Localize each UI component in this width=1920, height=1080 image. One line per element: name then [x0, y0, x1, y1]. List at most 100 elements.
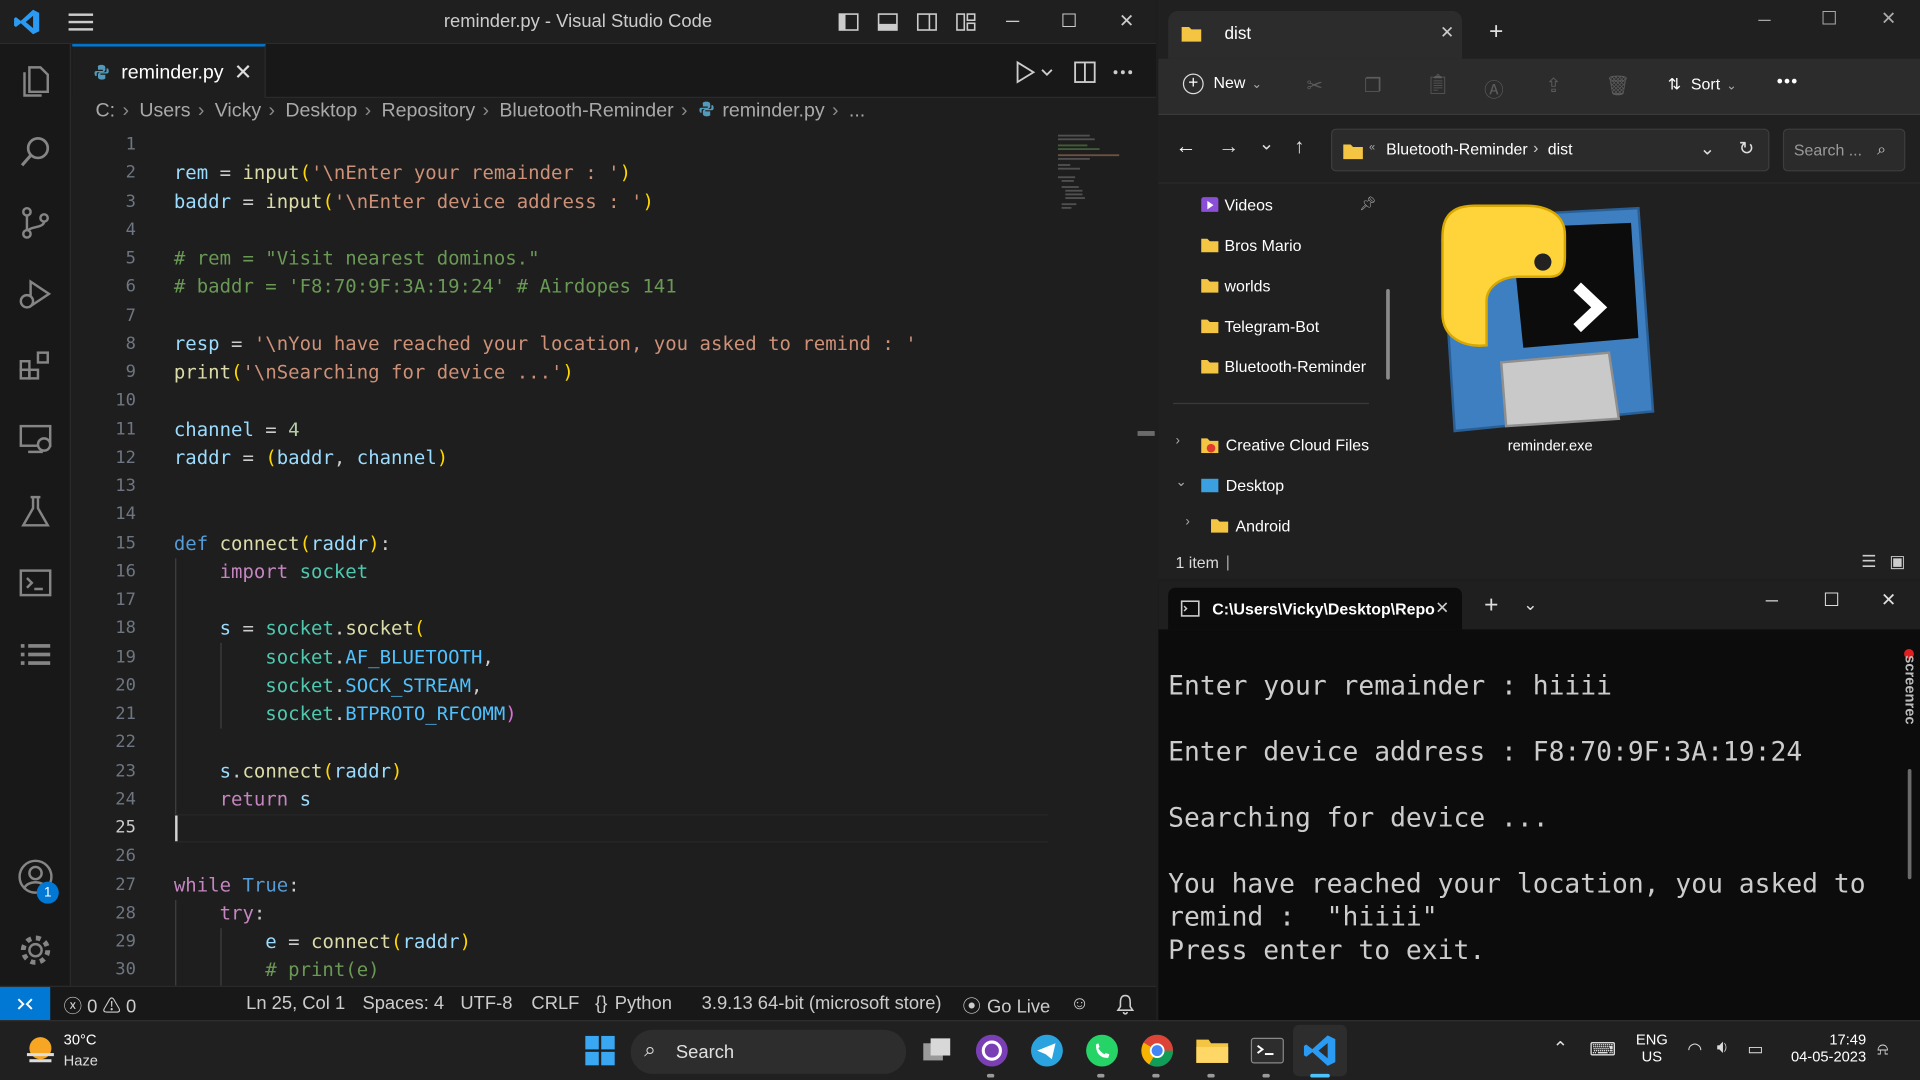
toggle-primary-sidebar-icon[interactable] — [838, 11, 860, 33]
input-language[interactable]: ENG US — [1636, 1031, 1668, 1065]
breadcrumb-item[interactable]: Desktop — [285, 100, 357, 122]
line-ending[interactable]: CRLF — [531, 993, 579, 1014]
more-actions-icon[interactable] — [1111, 60, 1135, 84]
cursor-position[interactable]: Ln 25, Col 1 — [246, 993, 345, 1014]
extensions-icon[interactable] — [16, 345, 55, 384]
remote-explorer-icon[interactable] — [16, 419, 55, 458]
language-mode[interactable]: {} Python — [595, 993, 672, 1014]
customize-layout-icon[interactable] — [955, 11, 977, 33]
notifications-bell-icon[interactable] — [1116, 993, 1136, 1020]
chevron-right-icon[interactable]: › — [1176, 433, 1180, 448]
file-item-reminder-exe[interactable]: reminder.exe — [1428, 191, 1673, 460]
address-dropdown-icon[interactable]: ⌄ — [1700, 137, 1715, 159]
share-icon[interactable]: ⇪ — [1545, 73, 1561, 97]
show-hidden-icons-chevron-icon[interactable]: ⌃ — [1553, 1037, 1568, 1059]
remote-indicator-button[interactable] — [0, 986, 51, 1022]
chevron-right-icon[interactable]: › — [1185, 514, 1189, 529]
notifications-icon[interactable]: ⍾ — [1877, 1038, 1888, 1059]
explorer-tab-dist[interactable]: dist ✕ — [1168, 11, 1463, 59]
breadcrumb-item[interactable]: Repository — [381, 100, 475, 122]
go-live-button[interactable]: ⦿ Go Live — [962, 993, 1050, 1019]
vscode-taskbar-icon[interactable] — [1302, 1032, 1339, 1069]
breadcrumb-item[interactable]: C: — [96, 100, 116, 122]
recent-chevron-icon[interactable]: ⌄ — [1259, 132, 1274, 154]
run-python-file-icon[interactable] — [1013, 60, 1037, 84]
clock[interactable]: 17:49 04-05-2023 — [1788, 1031, 1866, 1065]
github-desktop-icon[interactable] — [973, 1032, 1010, 1069]
minimap[interactable] — [1056, 130, 1129, 216]
search-input[interactable]: Search ... ⌕ — [1782, 128, 1906, 172]
telegram-icon[interactable] — [1029, 1032, 1066, 1069]
wifi-icon[interactable]: ◠ — [1687, 1038, 1702, 1059]
address-segment[interactable]: Bluetooth-Reminder — [1386, 140, 1528, 158]
maximize-button[interactable]: ☐ — [1823, 589, 1839, 611]
task-view-icon[interactable] — [918, 1032, 955, 1069]
terminal-output[interactable]: Enter your remainder : hiiii Enter devic… — [1168, 670, 1903, 968]
windows-terminal-icon[interactable] — [1249, 1032, 1286, 1069]
split-editor-icon[interactable] — [1073, 60, 1097, 84]
close-window-button[interactable]: ✕ — [1108, 7, 1145, 36]
breadcrumb-item[interactable]: Users — [139, 100, 190, 122]
testing-icon[interactable] — [16, 492, 55, 531]
details-view-icon[interactable]: ☰ — [1861, 551, 1876, 572]
rename-icon[interactable]: Ⓐ — [1484, 73, 1504, 102]
breadcrumb-item[interactable]: Bluetooth-Reminder — [499, 100, 673, 122]
back-arrow-icon[interactable]: ← — [1176, 135, 1197, 159]
chrome-icon[interactable] — [1139, 1032, 1176, 1069]
file-explorer-icon[interactable] — [1194, 1032, 1231, 1069]
breadcrumb-item[interactable]: Vicky — [215, 100, 261, 122]
terminal-tab[interactable]: C:\Users\Vicky\Desktop\Repo ✕ — [1168, 587, 1463, 630]
python-interpreter[interactable]: 3.9.13 64-bit (microsoft store) — [702, 993, 942, 1014]
feedback-icon[interactable]: ☺ — [1070, 993, 1089, 1014]
close-window-button[interactable]: ✕ — [1881, 7, 1896, 30]
toggle-panel-icon[interactable] — [877, 11, 899, 33]
tab-reminder-py[interactable]: reminder.py ✕ — [72, 44, 266, 98]
tab-close-button[interactable]: ✕ — [234, 60, 252, 86]
address-bar[interactable]: « Bluetooth-Reminder › dist ⌄ ↻ — [1331, 128, 1770, 172]
address-segment[interactable]: dist — [1548, 140, 1573, 158]
up-arrow-icon[interactable]: ↑ — [1294, 135, 1304, 159]
sort-button[interactable]: ⇅ Sort ⌄ — [1668, 75, 1737, 95]
run-dropdown-chevron-icon[interactable] — [1040, 60, 1055, 84]
minimize-button[interactable]: ─ — [1758, 10, 1770, 30]
run-debug-icon[interactable] — [16, 274, 55, 313]
new-tab-icon[interactable]: + — [1484, 591, 1498, 619]
nav-scrollbar-thumb[interactable] — [1386, 288, 1390, 380]
outline-icon[interactable] — [16, 634, 55, 673]
code-editor[interactable]: 1 2 3 4 5 6 7 8 9 10 11 12 13 14 15 16 17 18 19 20 21 22 23 24 2… — [72, 131, 1137, 986]
taskbar-search-box[interactable]: ⌕ Search — [630, 1029, 907, 1074]
close-tab-icon[interactable]: ✕ — [1435, 598, 1449, 619]
breadcrumb-item[interactable]: ... — [849, 100, 865, 122]
keyboard-icon[interactable]: ⌨ — [1589, 1038, 1616, 1061]
refresh-icon[interactable]: ↻ — [1739, 137, 1754, 159]
maximize-button[interactable]: ☐ — [1051, 7, 1088, 36]
whatsapp-icon[interactable] — [1084, 1032, 1121, 1069]
weather-temperature[interactable]: 30°C — [64, 1031, 97, 1048]
weather-condition[interactable]: Haze — [64, 1052, 98, 1069]
paste-icon[interactable]: 📋︎ — [1425, 72, 1450, 96]
explorer-icon[interactable] — [16, 61, 55, 100]
cut-icon[interactable]: ✂ — [1307, 73, 1323, 97]
new-button[interactable]: + New ⌄ — [1182, 73, 1262, 95]
volume-icon[interactable]: 🔉︎ — [1717, 1037, 1729, 1058]
toggle-secondary-sidebar-icon[interactable] — [916, 11, 938, 33]
chevron-down-icon[interactable]: ⌄ — [1176, 474, 1187, 490]
settings-gear-icon[interactable] — [16, 931, 55, 970]
terminal-icon[interactable] — [16, 563, 55, 602]
close-window-button[interactable]: ✕ — [1881, 589, 1896, 611]
forward-arrow-icon[interactable]: → — [1218, 135, 1239, 159]
indentation[interactable]: Spaces: 4 — [362, 993, 444, 1014]
battery-icon[interactable]: ▭ — [1747, 1038, 1763, 1059]
minimize-button[interactable]: ─ — [1766, 590, 1778, 610]
new-tab-icon[interactable]: + — [1489, 18, 1503, 46]
copy-icon[interactable]: ❐ — [1364, 73, 1382, 97]
large-icons-view-icon[interactable]: ▣ — [1889, 551, 1905, 572]
maximize-button[interactable]: ☐ — [1821, 7, 1837, 30]
breadcrumb-item[interactable]: reminder.py — [722, 100, 824, 122]
encoding[interactable]: UTF-8 — [460, 993, 512, 1014]
minimize-button[interactable]: ─ — [994, 7, 1031, 36]
tab-dropdown-icon[interactable]: ⌄ — [1523, 594, 1537, 615]
scrollbar-thumb[interactable] — [1137, 431, 1155, 436]
close-tab-icon[interactable]: ✕ — [1440, 22, 1454, 43]
problems-indicator[interactable]: ⓧ 0 ⚠ 0 — [64, 993, 137, 1019]
